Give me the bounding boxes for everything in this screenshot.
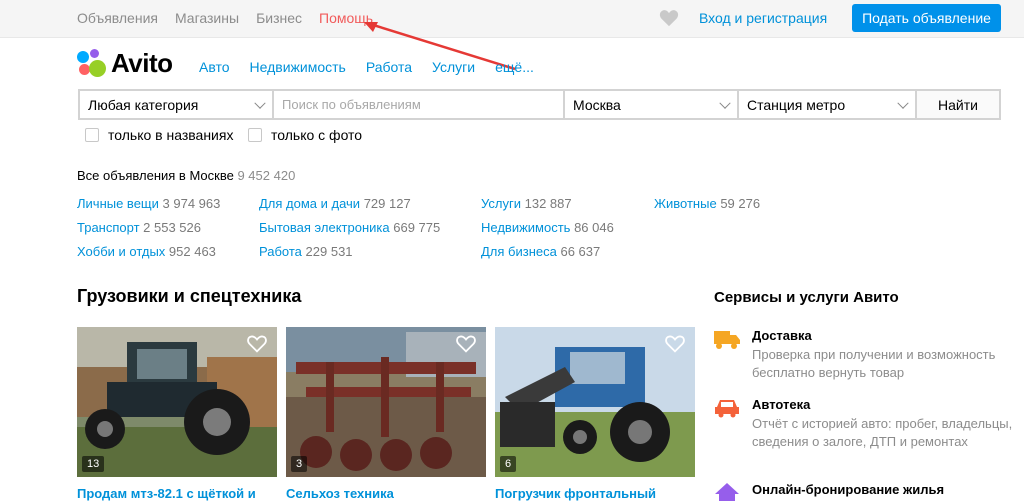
category-select-value: Любая категория (88, 96, 199, 113)
category-link[interactable]: Работа 229 531 (259, 244, 353, 259)
search-input[interactable]: Поиск по объявлениям (274, 91, 565, 118)
category-link[interactable]: Хобби и отдых 952 463 (77, 244, 216, 259)
filter-with-photo[interactable]: только с фото (248, 127, 362, 143)
service-description: Проверка при получении и возможность бес… (752, 347, 996, 380)
metro-select-value: Станция метро (747, 96, 846, 113)
listing-card[interactable]: 6 (495, 327, 695, 477)
logo-dots-icon (77, 48, 107, 79)
catnav-auto[interactable]: Авто (199, 59, 230, 75)
filter-titles-only-label: только в названиях (108, 127, 234, 143)
category-link[interactable]: Транспорт 2 553 526 (77, 220, 201, 235)
favorite-heart-icon[interactable] (456, 335, 476, 353)
photo-count-badge: 3 (291, 456, 308, 472)
city-select-value: Москва (573, 96, 621, 113)
search-placeholder: Поиск по объявлениям (282, 97, 421, 112)
top-nav-help[interactable]: Помощь (319, 10, 373, 26)
category-nav: Авто Недвижимость Работа Услуги ещё... (199, 59, 534, 75)
category-link[interactable]: Личные вещи 3 974 963 (77, 196, 220, 211)
truck-icon (714, 331, 740, 349)
car-icon (715, 400, 739, 418)
favorite-heart-icon[interactable] (247, 335, 267, 353)
login-link[interactable]: Вход и регистрация (699, 10, 827, 26)
listing-title[interactable]: Продам мтз-82.1 с щёткой и (77, 486, 256, 501)
all-ads-number: 9 452 420 (237, 168, 296, 183)
category-select[interactable]: Любая категория (80, 91, 274, 118)
service-title: Онлайн-бронирование жилья (752, 482, 945, 497)
listing-title[interactable]: Погрузчик фронтальный (495, 486, 656, 501)
find-button[interactable]: Найти (917, 91, 999, 118)
catnav-jobs[interactable]: Работа (366, 59, 412, 75)
listing-card[interactable]: 3 (286, 327, 486, 477)
heart-icon[interactable] (659, 9, 679, 27)
category-link[interactable]: Животные 59 276 (654, 196, 760, 211)
category-link[interactable]: Недвижимость 86 046 (481, 220, 614, 235)
checkbox[interactable] (248, 128, 262, 142)
chevron-down-icon (719, 97, 731, 109)
catnav-realty[interactable]: Недвижимость (250, 59, 346, 75)
all-ads-count[interactable]: Все объявления в Москве 9 452 420 (77, 168, 295, 183)
catnav-more[interactable]: ещё... (495, 59, 534, 75)
chevron-down-icon (897, 97, 909, 109)
chevron-down-icon (254, 97, 266, 109)
avito-logo[interactable]: Avito (77, 48, 173, 79)
top-nav-shops[interactable]: Магазины (175, 10, 239, 26)
category-link[interactable]: Для бизнеса 66 637 (481, 244, 600, 259)
metro-select[interactable]: Станция метро (739, 91, 917, 118)
service-title: Автотека (752, 397, 811, 412)
top-bar: Объявления Магазины Бизнес Помощь Вход и… (0, 0, 1024, 38)
listing-title[interactable]: Сельхоз техника (286, 486, 394, 501)
section-title: Грузовики и спецтехника (77, 286, 302, 306)
top-nav-ads[interactable]: Объявления (77, 10, 158, 26)
favorite-heart-icon[interactable] (665, 335, 685, 353)
logo-text: Avito (111, 48, 173, 78)
listing-card[interactable]: 13 (77, 327, 277, 477)
service-title: Доставка (752, 328, 812, 343)
category-link[interactable]: Услуги 132 887 (481, 196, 572, 211)
filter-titles-only[interactable]: только в названиях (85, 127, 233, 143)
photo-count-badge: 6 (500, 456, 517, 472)
city-select[interactable]: Москва (565, 91, 739, 118)
post-ad-button[interactable]: Подать объявление (852, 4, 1001, 32)
category-link[interactable]: Для дома и дачи 729 127 (259, 196, 411, 211)
service-description: Отчёт с историей авто: пробег, владельцы… (752, 416, 1013, 449)
search-bar: Любая категория Поиск по объявлениям Мос… (78, 89, 1001, 120)
category-link[interactable]: Бытовая электроника 669 775 (259, 220, 440, 235)
top-nav-business[interactable]: Бизнес (256, 10, 302, 26)
top-nav: Объявления Магазины Бизнес Помощь (77, 10, 373, 26)
house-icon (715, 483, 739, 501)
services-title: Сервисы и услуги Авито (714, 289, 899, 306)
all-ads-label: Все объявления в Москве (77, 168, 234, 183)
photo-count-badge: 13 (82, 456, 105, 472)
catnav-services[interactable]: Услуги (432, 59, 475, 75)
filter-with-photo-label: только с фото (271, 127, 363, 143)
checkbox[interactable] (85, 128, 99, 142)
